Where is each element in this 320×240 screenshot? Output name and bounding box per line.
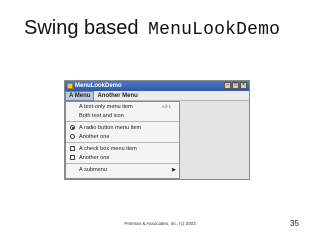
- slide-footer: Peirman & Associates, Inc. (c) 2003: [124, 221, 196, 226]
- menu-item-label: Another one: [79, 154, 110, 161]
- menu-item-submenu[interactable]: A submenu ▶: [66, 165, 179, 174]
- menu-separator: [66, 121, 179, 122]
- radio-unselected-icon: [70, 134, 75, 139]
- close-icon[interactable]: ×: [240, 82, 247, 89]
- page-number: 35: [290, 219, 299, 228]
- menu-item-label: A submenu: [79, 166, 107, 173]
- accelerator-label: Alt-1: [161, 104, 171, 109]
- slide-title-prefix: Swing based: [24, 17, 139, 39]
- menu-separator: [66, 163, 179, 164]
- radio-selected-icon: [70, 125, 75, 130]
- checkbox-icon: [70, 146, 75, 151]
- menu-item-check-2[interactable]: Another one: [66, 153, 179, 162]
- submenu-arrow-icon: ▶: [172, 166, 176, 173]
- menu-item-radio-2[interactable]: Another one: [66, 132, 179, 141]
- item-spacer: [70, 167, 75, 172]
- menu-item-label: Both text and icon: [79, 112, 124, 119]
- checkbox-icon: [70, 155, 75, 160]
- menu-item-check-1[interactable]: A check box menu item: [66, 144, 179, 153]
- menu-item-text-and-icon[interactable]: Both text and icon: [66, 111, 179, 120]
- window-titlebar[interactable]: MenuLookDemo – □ ×: [65, 81, 249, 91]
- demo-window: MenuLookDemo – □ × A Menu Another Menu A…: [64, 80, 250, 180]
- slide-title: Swing based MenuLookDemo: [24, 17, 280, 40]
- menu-item-label: A radio button menu item: [79, 124, 142, 131]
- slide-title-code: MenuLookDemo: [148, 20, 281, 40]
- menu-separator: [66, 142, 179, 143]
- maximize-icon[interactable]: □: [232, 82, 239, 89]
- app-icon: [67, 83, 73, 89]
- menu-another-menu[interactable]: Another Menu: [94, 91, 140, 101]
- menu-item-radio-1[interactable]: A radio button menu item: [66, 123, 179, 132]
- menu-item-label: A check box menu item: [79, 145, 137, 152]
- menu-item-label: Another one: [79, 133, 110, 140]
- item-spacer: [70, 113, 75, 118]
- item-spacer: [70, 104, 75, 109]
- menu-bar: A Menu Another Menu: [65, 90, 249, 101]
- menu-item-text-only[interactable]: A text-only menu item Alt-1: [66, 102, 179, 111]
- minimize-icon[interactable]: –: [224, 82, 231, 89]
- menu-a-menu[interactable]: A Menu: [65, 90, 95, 101]
- menu-item-label: A text-only menu item: [79, 103, 133, 110]
- menu-popup: A text-only menu item Alt-1 Both text an…: [65, 101, 180, 179]
- window-controls: – □ ×: [224, 82, 247, 89]
- window-title: MenuLookDemo: [75, 83, 122, 89]
